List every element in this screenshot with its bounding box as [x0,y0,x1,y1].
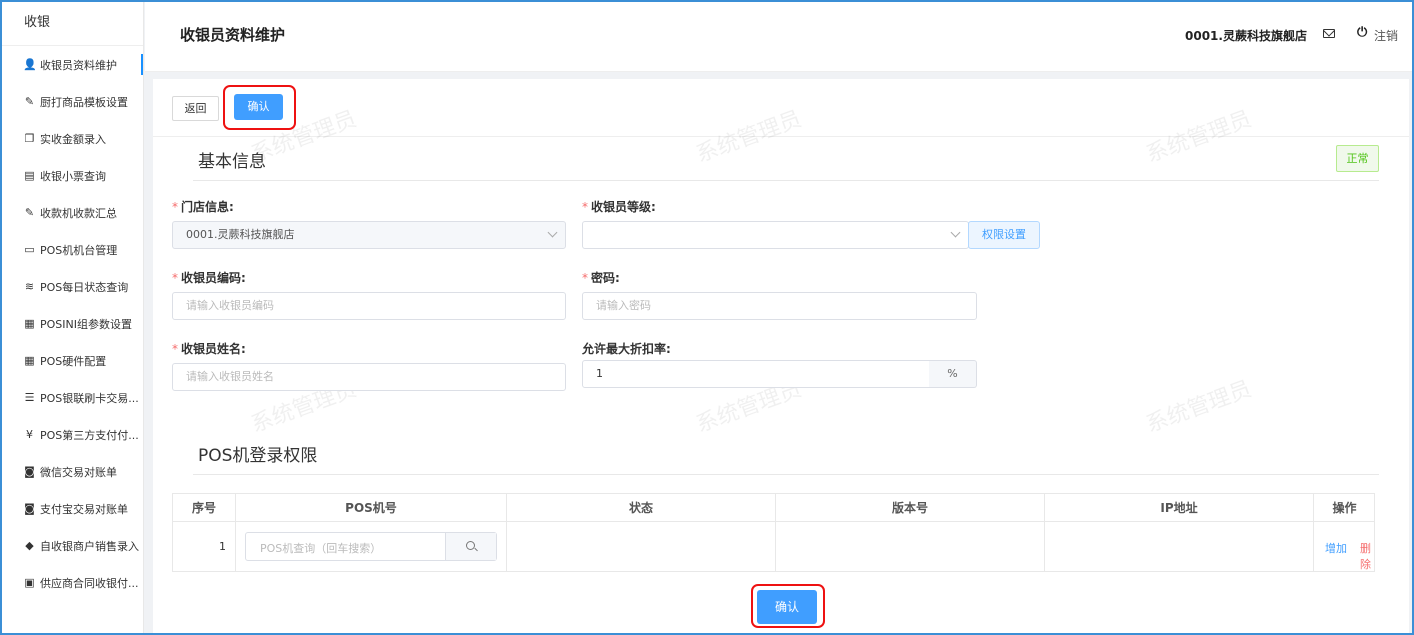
cashier-code-input[interactable]: 请输入收银员编码 [172,292,566,320]
edit-icon: ✎ [24,95,35,108]
chevron-down-icon [547,227,558,238]
sidebar-item-label: 支付宝交易对账单 [40,502,128,516]
sidebar-item-label: POS银联刷卡交易... [40,391,139,405]
divider [193,180,1379,181]
sidebar-item[interactable]: ▭ POS机机台管理 [2,231,143,268]
copy-icon: ❐ [24,132,35,145]
highlight-box-top [223,85,296,130]
status-cell [507,522,776,571]
sidebar-item-label: 微信交易对账单 [40,465,117,479]
grid-icon: ▦ [24,354,35,367]
sidebar-item-label: 收银小票查询 [40,169,106,183]
column-header: 状态 [507,494,776,522]
alipay-icon: ◙ [24,502,35,515]
sidebar-item-label: POS第三方支付付... [40,428,139,442]
sidebar-item[interactable]: ▣ 供应商合同收银付... [2,564,143,601]
column-header: 操作 [1314,494,1375,522]
user-icon: 👤 [23,58,37,71]
sidebar-item-label: 收款机收款汇总 [40,206,117,220]
toolbar: 返回 确认 [153,79,1409,137]
row-index: 1 [173,522,236,571]
percent-suffix: % [929,360,977,388]
column-header: 版本号 [776,494,1045,522]
sidebar-item[interactable]: ◙ 支付宝交易对账单 [2,490,143,527]
back-button[interactable]: 返回 [172,96,219,121]
sidebar-item[interactable]: ▤ 收银小票查询 [2,157,143,194]
password-label: * 密码: [582,271,620,285]
receipt-icon: ▤ [24,169,35,182]
sidebar-item-label: 厨打商品模板设置 [40,95,128,109]
sidebar-item-label: POS每日状态查询 [40,280,129,294]
section-title-pos: POS机登录权限 [198,446,318,466]
top-header: 收银员资料维护 0001.灵蕨科技旗舰店 ⏻ 注销 [145,2,1412,72]
sidebar-item-label: 供应商合同收银付... [40,576,139,590]
name-label: * 收银员姓名: [172,342,246,356]
sidebar-item[interactable]: ❐ 实收金额录入 [2,120,143,157]
column-header: POS机号 [236,494,507,522]
column-header: 序号 [173,494,236,522]
yen-circle-icon: ¥ [26,428,33,441]
wechat-icon: ◙ [24,465,35,478]
add-row-link[interactable]: 增加 [1325,540,1347,556]
delete-row-link[interactable]: 删除 [1360,540,1375,572]
store-select[interactable]: 0001.灵蕨科技旗舰店 [172,221,566,249]
code-label: * 收银员编码: [172,271,246,285]
power-icon[interactable]: ⏻ [1357,25,1367,40]
password-input[interactable]: 请输入密码 [582,292,977,320]
permission-settings-button[interactable]: 权限设置 [968,221,1040,249]
wallet-icon: ▣ [24,576,35,589]
level-select[interactable] [582,221,969,249]
pos-search-input[interactable]: POS机查询（回车搜索） [245,532,497,561]
pos-number-cell: POS机查询（回车搜索） [236,522,507,571]
chevron-down-icon [950,227,961,238]
layers-icon: ≋ [24,280,35,293]
logout-link[interactable]: 注销 [1374,27,1398,44]
cashier-name-input[interactable]: 请输入收银员姓名 [172,363,566,391]
sidebar-item-label: POSINI组参数设置 [40,317,132,331]
sidebar-item-label: 自收银商户销售录入 [40,539,139,553]
status-badge: 正常 [1336,145,1379,172]
tag-icon: ◆ [25,539,34,552]
sidebar-item-label: POS机机台管理 [40,243,118,257]
page-title: 收银员资料维护 [180,26,286,44]
divider [193,474,1379,475]
store-label: * 门店信息: [172,200,234,214]
sidebar-item-label: 实收金额录入 [40,132,106,146]
printer-icon: ▭ [24,243,35,256]
sidebar-item-label: 收银员资料维护 [40,58,117,72]
sidebar-item[interactable]: 👤 收银员资料维护 [2,46,143,83]
sidebar: 收银 👤 收银员资料维护 ✎ 厨打商品模板设置 ❐ 实收金额录入 ▤ 收银小票查询 ✎ 收款机收款… [2,2,144,633]
list-icon: ☰ [24,391,35,404]
max-discount-input[interactable]: 1 [582,360,930,388]
discount-label: 允许最大折扣率: [582,342,671,356]
sidebar-title: 收银 [2,2,143,46]
actions-cell: 增加 删除 [1314,522,1375,571]
sidebar-item-label: POS硬件配置 [40,354,107,368]
sidebar-menu: 👤 收银员资料维护 ✎ 厨打商品模板设置 ❐ 实收金额录入 ▤ 收银小票查询 ✎ 收款机收款汇总 ▭… [2,46,143,601]
sidebar-item[interactable]: ☰ POS银联刷卡交易... [2,379,143,416]
sidebar-item[interactable]: ◆ 自收银商户销售录入 [2,527,143,564]
version-cell [776,522,1045,571]
doc-edit-icon: ✎ [24,206,35,219]
sidebar-item[interactable]: ▦ POS硬件配置 [2,342,143,379]
sidebar-item[interactable]: ¥ POS第三方支付付... [2,416,143,453]
ip-cell [1045,522,1314,571]
highlight-box-bottom [751,584,825,628]
level-label: * 收银员等级: [582,200,656,214]
section-title-basic: 基本信息 [198,152,266,172]
sidebar-item[interactable]: ◙ 微信交易对账单 [2,453,143,490]
current-store[interactable]: 0001.灵蕨科技旗舰店 [1185,27,1307,44]
sidebar-item[interactable]: ≋ POS每日状态查询 [2,268,143,305]
search-icon [466,541,475,550]
sidebar-item[interactable]: ✎ 厨打商品模板设置 [2,83,143,120]
watermark: 系统管理员 [1142,376,1255,438]
sidebar-item[interactable]: ✎ 收款机收款汇总 [2,194,143,231]
sidebar-item[interactable]: ▦ POSINI组参数设置 [2,305,143,342]
pos-search-button[interactable] [445,533,496,560]
mail-icon[interactable] [1323,29,1335,38]
grid-icon: ▦ [24,317,35,330]
pos-table: 序号 POS机号 状态 版本号 IP地址 操作 1 POS机查询（回车搜索） 增… [172,493,1375,572]
main-content: 返回 确认 系统管理员 系统管理员 系统管理员 系统管理员 系统管理员 系统管理… [153,79,1409,633]
column-header: IP地址 [1045,494,1314,522]
